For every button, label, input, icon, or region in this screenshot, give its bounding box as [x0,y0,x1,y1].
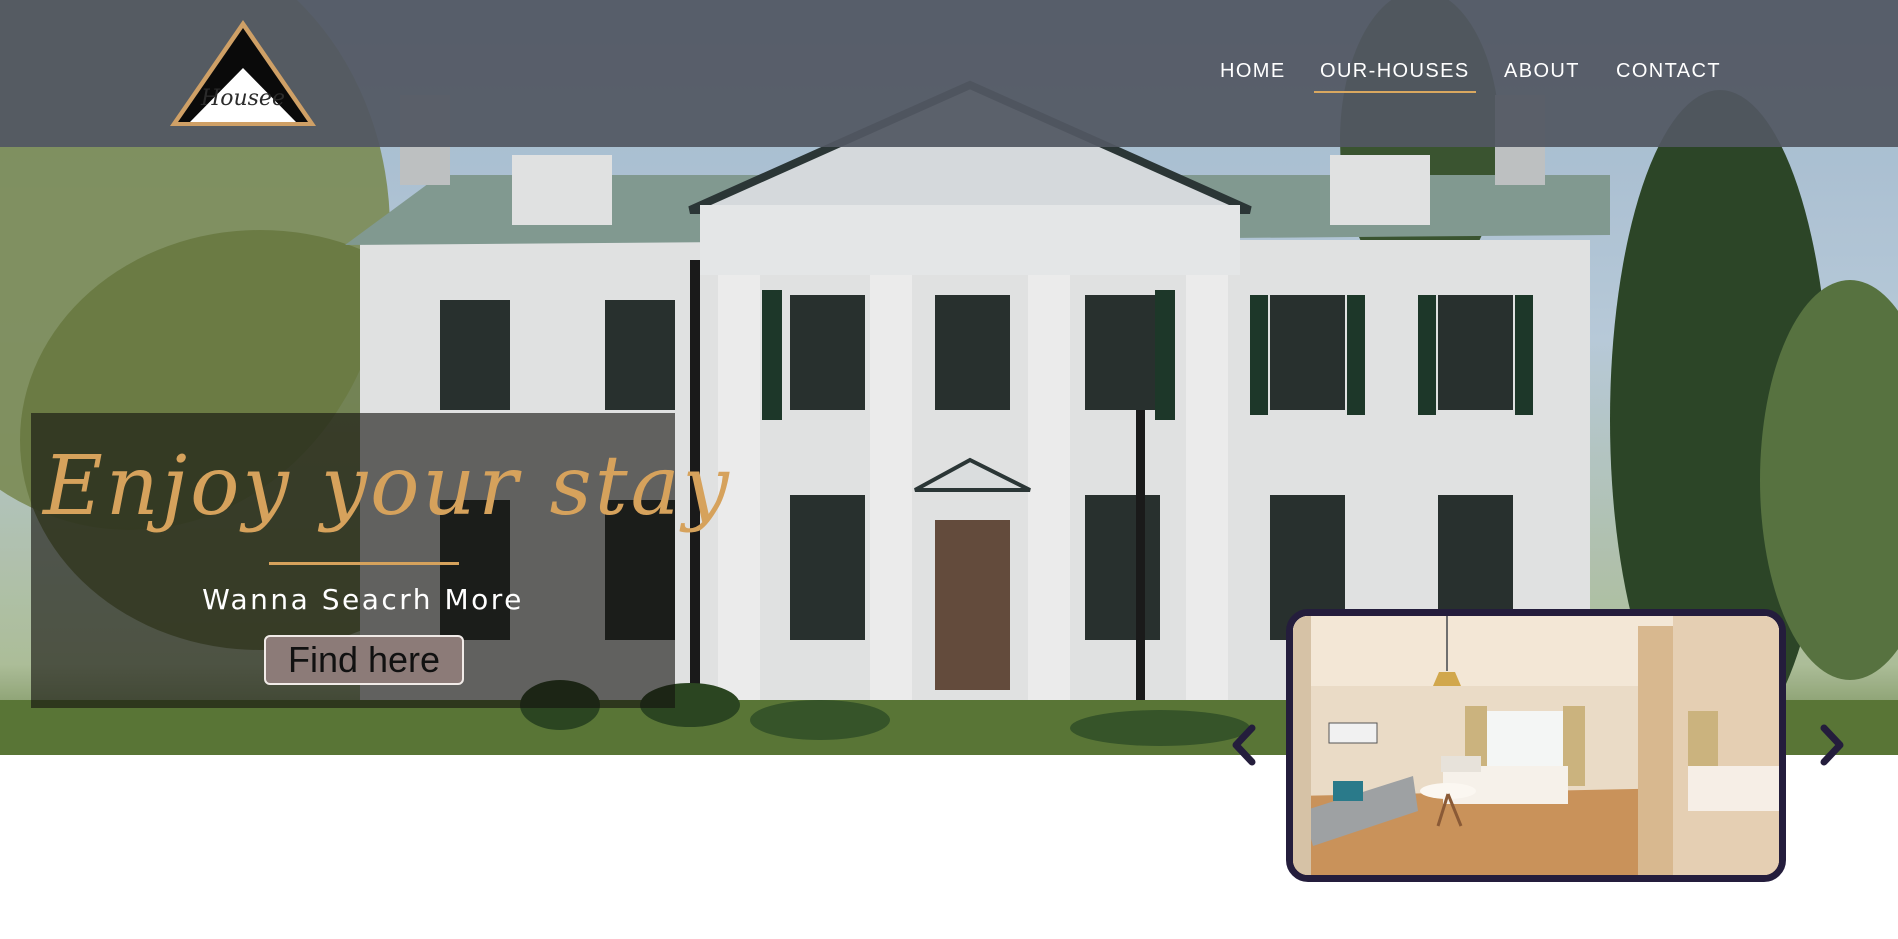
hero-title: Enjoy your stay [43,439,732,534]
chevron-right-icon [1820,724,1844,766]
nav-contact[interactable]: CONTACT [1616,60,1721,91]
chevron-left-icon [1232,724,1256,766]
room-photo [1293,616,1779,875]
top-navbar: Housee HOME OUR-HOUSES ABOUT CONTACT [0,0,1898,147]
hero-title-underline [269,562,459,565]
hero-subtitle: Wanna Seacrh More [202,583,524,616]
find-here-button[interactable]: Find here [264,635,464,685]
carousel-room-image[interactable] [1286,609,1786,882]
hero-panel: Enjoy your stay Wanna Seacrh More Find h… [31,413,729,708]
nav-about[interactable]: ABOUT [1504,60,1580,91]
carousel-next-button[interactable] [1812,720,1852,770]
nav-home[interactable]: HOME [1220,60,1286,91]
carousel-prev-button[interactable] [1224,720,1264,770]
nav-our-houses[interactable]: OUR-HOUSES [1314,60,1476,93]
main-nav: HOME OUR-HOUSES ABOUT CONTACT [0,60,1898,93]
